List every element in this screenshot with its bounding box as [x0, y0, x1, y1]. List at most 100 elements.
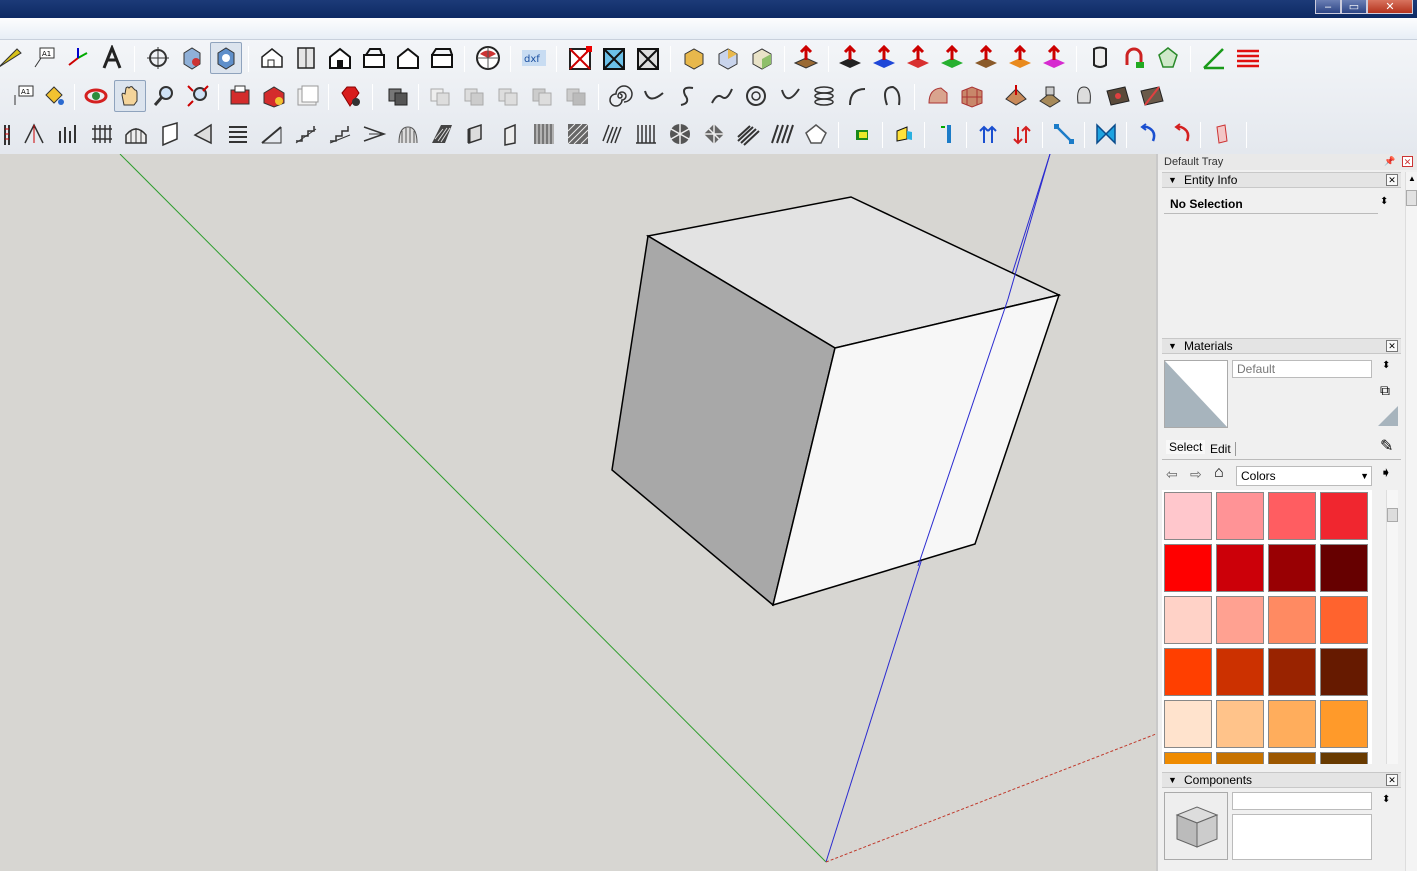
deck-icon[interactable] — [766, 118, 798, 150]
tab-select[interactable]: Select — [1166, 440, 1206, 454]
chevron-down-icon[interactable]: ▼ — [1360, 467, 1369, 485]
color-swatch[interactable] — [1164, 544, 1212, 592]
color-swatch[interactable] — [1268, 596, 1316, 644]
stair-split-icon[interactable] — [358, 118, 390, 150]
bezier-icon[interactable] — [706, 80, 738, 112]
color-swatch[interactable] — [1268, 752, 1316, 764]
angle-tool-icon[interactable] — [1198, 42, 1230, 74]
library-select[interactable]: Colors ▼ — [1236, 466, 1372, 486]
arc-icon[interactable] — [638, 80, 670, 112]
flip-down-icon[interactable] — [1006, 118, 1038, 150]
spiral-icon[interactable] — [604, 80, 636, 112]
color-swatch[interactable] — [1216, 648, 1264, 696]
frame-icon[interactable] — [460, 118, 492, 150]
sandbox-detail-icon[interactable] — [1102, 80, 1134, 112]
close-open-icon[interactable] — [888, 118, 920, 150]
outer-shell-icon[interactable] — [424, 80, 456, 112]
zoom-icon[interactable] — [148, 80, 180, 112]
subdivide-icon[interactable] — [1152, 42, 1184, 74]
sample-paint-icon[interactable]: ✎ — [1380, 436, 1393, 456]
detail-toggle-icon[interactable]: ⬍ — [1380, 196, 1392, 210]
grill-icon[interactable] — [528, 118, 560, 150]
3d-text-icon[interactable] — [96, 42, 128, 74]
sandbox-flip-icon[interactable] — [1136, 80, 1168, 112]
color-swatch[interactable] — [1164, 596, 1212, 644]
rotate-left-icon[interactable] — [1132, 118, 1164, 150]
look-around-icon[interactable] — [210, 42, 242, 74]
color-swatch[interactable] — [1320, 544, 1368, 592]
bow-tie-icon[interactable] — [1090, 118, 1122, 150]
close-button[interactable]: ✕ — [1367, 0, 1413, 14]
color-swatch[interactable] — [1216, 752, 1264, 764]
details-arrow-icon[interactable]: ➧ — [1380, 464, 1392, 481]
sandbox-drape-icon[interactable] — [1068, 80, 1100, 112]
extrude-black-icon[interactable] — [834, 42, 866, 74]
truss-icon[interactable] — [698, 118, 730, 150]
ramp-icon[interactable] — [256, 118, 288, 150]
color-swatch[interactable] — [1216, 544, 1264, 592]
components-header[interactable]: ▼ Components ✕ — [1162, 772, 1401, 788]
restore-button[interactable]: ▭ — [1341, 0, 1367, 14]
default-material-icon[interactable] — [1378, 406, 1398, 426]
shell-icon[interactable] — [1084, 42, 1116, 74]
dxf-export-icon[interactable]: dxf — [518, 42, 550, 74]
loop-curve-icon[interactable] — [876, 80, 908, 112]
sandbox-smoove-icon[interactable] — [1000, 80, 1032, 112]
hook-curve-icon[interactable] — [842, 80, 874, 112]
color-swatch[interactable] — [1268, 648, 1316, 696]
helix-icon[interactable] — [808, 80, 840, 112]
hatch-ramp-icon[interactable] — [426, 118, 458, 150]
extrude-brown-icon[interactable] — [970, 42, 1002, 74]
sandbox-contours-icon[interactable] — [922, 80, 954, 112]
roof-icon[interactable] — [18, 118, 50, 150]
spiral-stair-icon[interactable] — [392, 118, 424, 150]
color-swatch[interactable] — [1216, 596, 1264, 644]
subtract-icon[interactable] — [526, 80, 558, 112]
diagonal-icon[interactable] — [1048, 118, 1080, 150]
section-fill-icon[interactable] — [632, 42, 664, 74]
wall-panel-icon[interactable] — [154, 118, 186, 150]
home-icon[interactable]: ⌂ — [1214, 464, 1224, 482]
close-panel-icon[interactable]: ✕ — [1386, 174, 1398, 186]
union-icon[interactable] — [492, 80, 524, 112]
make-face-icon[interactable] — [846, 118, 878, 150]
iso-view-icon[interactable] — [256, 42, 288, 74]
menu-lines-icon[interactable] — [1232, 42, 1264, 74]
pin-icon[interactable]: 📌 — [1384, 156, 1395, 167]
scroll-up-icon[interactable]: ▲ — [1408, 174, 1416, 183]
close-tray-icon[interactable]: ✕ — [1402, 156, 1413, 167]
color-swatch[interactable] — [1320, 700, 1368, 748]
color-swatch[interactable] — [1268, 700, 1316, 748]
wall-opening-icon[interactable] — [494, 118, 526, 150]
minimize-button[interactable]: – — [1315, 0, 1341, 14]
solid-subtract-icon[interactable] — [712, 42, 744, 74]
color-swatch[interactable] — [1164, 492, 1212, 540]
extrude-red-icon[interactable] — [902, 42, 934, 74]
extend-icon[interactable] — [930, 118, 962, 150]
intersect-icon[interactable] — [458, 80, 490, 112]
color-swatch[interactable] — [1320, 752, 1368, 764]
extrude-orange-icon[interactable] — [1004, 42, 1036, 74]
swatch-scrollbar[interactable] — [1386, 490, 1398, 764]
color-swatch[interactable] — [1268, 492, 1316, 540]
detail-toggle-icon[interactable]: ⬍ — [1382, 360, 1396, 374]
extension-warehouse-icon[interactable] — [224, 80, 256, 112]
close-panel-icon[interactable]: ✕ — [1386, 340, 1398, 352]
s-curve-icon[interactable] — [672, 80, 704, 112]
flip-up-icon[interactable] — [972, 118, 1004, 150]
color-swatch[interactable] — [1164, 752, 1212, 764]
geo-location-icon[interactable] — [472, 42, 504, 74]
tab-edit[interactable]: Edit — [1210, 442, 1236, 456]
color-swatch[interactable] — [1320, 596, 1368, 644]
share-model-icon[interactable] — [292, 80, 324, 112]
entity-info-header[interactable]: ▼ Entity Info ✕ — [1162, 172, 1401, 188]
hatch-square-icon[interactable] — [562, 118, 594, 150]
sandbox-grid-icon[interactable] — [956, 80, 988, 112]
group-icon[interactable] — [382, 80, 414, 112]
color-swatch[interactable] — [1216, 492, 1264, 540]
floor-joists-icon[interactable] — [596, 118, 628, 150]
circle-spiral-icon[interactable] — [740, 80, 772, 112]
section-display-icon[interactable] — [598, 42, 630, 74]
scroll-thumb[interactable] — [1406, 190, 1417, 206]
material-name-field[interactable]: Default — [1232, 360, 1372, 378]
